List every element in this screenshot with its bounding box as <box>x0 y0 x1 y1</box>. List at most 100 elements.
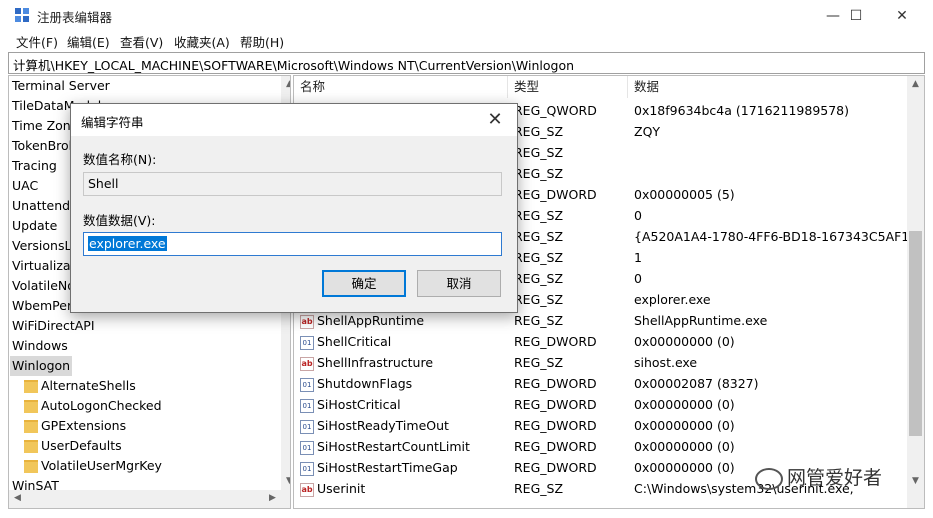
value-type-cell: REG_SZ <box>514 166 564 181</box>
tree-item-label: GPExtensions <box>41 418 127 433</box>
list-vertical-scrollbar[interactable]: ▲ ▼ <box>907 76 924 508</box>
tree-item[interactable]: UserDefaults <box>24 436 122 456</box>
value-name-cell: 01 SiHostReadyTimeOut <box>300 415 449 436</box>
column-header-data[interactable]: 数据 <box>628 76 908 98</box>
tree-item-label: AlternateShells <box>41 378 136 393</box>
value-type-cell: REG_SZ <box>514 250 564 265</box>
address-path[interactable]: 计算机\HKEY_LOCAL_MACHINE\SOFTWARE\Microsof… <box>13 55 574 74</box>
scroll-down-arrow-icon[interactable]: ▼ <box>281 473 290 490</box>
tree-item[interactable]: AlternateShells <box>24 376 136 396</box>
close-button[interactable]: ✕ <box>879 0 925 31</box>
column-header-name[interactable]: 名称 <box>294 76 508 98</box>
value-type-cell: REG_SZ <box>514 271 564 286</box>
string-value-icon: ab <box>300 482 314 497</box>
value-name-cell: ab ShellInfrastructure <box>300 352 433 373</box>
value-type-cell: REG_DWORD <box>514 418 597 433</box>
tree-item[interactable]: Tracing <box>12 156 57 176</box>
value-name-cell: 01 ShutdownFlags <box>300 373 412 394</box>
scroll-up-arrow-icon[interactable]: ▲ <box>281 76 290 93</box>
tree-item-label: Update <box>12 218 58 233</box>
value-type-cell: REG_SZ <box>514 208 564 223</box>
binary-value-icon: 01 <box>300 419 314 434</box>
folder-icon <box>24 380 38 393</box>
title-bar: 注册表编辑器 — ☐ ✕ <box>0 0 933 31</box>
value-name-text: SiHostRestartTimeGap <box>317 460 458 475</box>
value-type-cell: REG_SZ <box>514 355 564 370</box>
value-data-cell: 0x00000000 (0) <box>634 460 735 475</box>
tree-item[interactable]: Terminal Server <box>12 76 110 96</box>
value-data-cell: 0 <box>634 271 642 286</box>
tree-item[interactable]: WiFiDirectAPI <box>12 316 95 336</box>
window-title: 注册表编辑器 <box>37 10 113 25</box>
tree-item[interactable]: UAC <box>12 176 38 196</box>
value-data-text: explorer.exe <box>88 236 167 251</box>
value-name-text: ShellInfrastructure <box>317 355 434 370</box>
maximize-button[interactable]: ☐ <box>833 0 879 31</box>
value-name-text: SiHostRestartCountLimit <box>317 439 470 454</box>
value-name-text: ShellAppRuntime <box>317 313 425 328</box>
column-header-type[interactable]: 类型 <box>508 76 628 98</box>
scroll-down-arrow-icon[interactable]: ▼ <box>907 473 924 490</box>
cancel-button[interactable]: 取消 <box>417 270 501 297</box>
tree-item-label: Winlogon <box>12 358 71 373</box>
list-row[interactable]: ab ShellAppRuntime REG_SZ ShellAppRuntime.e… <box>294 310 908 331</box>
value-type-cell: REG_QWORD <box>514 103 597 118</box>
tree-item[interactable]: Windows <box>12 336 68 356</box>
tree-item[interactable]: GPExtensions <box>24 416 127 436</box>
menu-favorites[interactable]: 收藏夹(A) <box>174 32 230 51</box>
list-row[interactable]: ab ShellInfrastructure REG_SZ sihost.exe <box>294 352 908 373</box>
dialog-close-icon[interactable]: ✕ <box>481 106 509 134</box>
list-row[interactable]: 01 ShutdownFlags REG_DWORD 0x00002087 (8327… <box>294 373 908 394</box>
tree-item[interactable]: VolatileUserMgrKey <box>24 456 162 476</box>
tree-item[interactable]: Update <box>12 216 57 236</box>
value-data-cell: ShellAppRuntime.exe <box>634 313 768 328</box>
value-data-input[interactable]: explorer.exe <box>83 232 502 256</box>
scrollbar-thumb[interactable] <box>909 231 922 436</box>
list-row[interactable]: 01 SiHostCritical REG_DWORD 0x00000000 (0) <box>294 394 908 415</box>
value-name-field: Shell <box>83 172 502 196</box>
regedit-app-icon <box>15 8 29 22</box>
menu-view[interactable]: 查看(V) <box>120 32 163 51</box>
scroll-up-arrow-icon[interactable]: ▲ <box>907 76 924 93</box>
watermark-text: 网管爱好者 <box>787 467 883 489</box>
tree-item-label: UserDefaults <box>41 438 122 453</box>
ok-button[interactable]: 确定 <box>322 270 406 297</box>
binary-value-icon: 01 <box>300 398 314 413</box>
list-row[interactable]: 01 ShellCritical REG_DWORD 0x00000000 (0) <box>294 331 908 352</box>
tree-item[interactable]: AutoLogonChecked <box>24 396 162 416</box>
list-row[interactable]: 01 SiHostReadyTimeOut REG_DWORD 0x00000000 … <box>294 415 908 436</box>
value-type-cell: REG_SZ <box>514 145 564 160</box>
dialog-title: 编辑字符串 <box>81 115 144 130</box>
value-data-cell: 1 <box>634 250 642 265</box>
folder-icon <box>24 400 38 413</box>
tree-item-label: Tracing <box>12 158 57 173</box>
folder-icon <box>24 420 38 433</box>
scroll-right-arrow-icon[interactable]: ▶ <box>264 490 281 507</box>
value-data-cell: 0x00000000 (0) <box>634 334 735 349</box>
value-name-cell: ab Userinit <box>300 478 365 499</box>
scroll-left-arrow-icon[interactable]: ◀ <box>9 490 26 507</box>
value-name-cell: 01 ShellCritical <box>300 331 391 352</box>
value-type-cell: REG_SZ <box>514 124 564 139</box>
value-data-cell: 0x00002087 (8327) <box>634 376 759 391</box>
tree-item[interactable]: WbemPerf <box>12 296 76 316</box>
menu-help[interactable]: 帮助(H) <box>240 32 284 51</box>
value-type-cell: REG_SZ <box>514 481 564 496</box>
value-type-cell: REG_SZ <box>514 292 564 307</box>
folder-icon <box>24 460 38 473</box>
tree-item-label: UAC <box>12 178 39 193</box>
menu-edit[interactable]: 编辑(E) <box>67 32 110 51</box>
wechat-icon <box>755 467 783 490</box>
value-name-cell: 01 SiHostRestartCountLimit <box>300 436 470 457</box>
tree-item[interactable]: Winlogon <box>10 356 73 376</box>
address-bar[interactable]: 计算机\HKEY_LOCAL_MACHINE\SOFTWARE\Microsof… <box>8 52 925 74</box>
tree-horizontal-scrollbar[interactable]: ◀ ▶ <box>9 490 290 508</box>
menu-file[interactable]: 文件(F) <box>16 32 58 51</box>
edit-string-dialog: 编辑字符串 ✕ 数值名称(N): Shell 数值数据(V): explorer… <box>70 103 518 313</box>
value-data-cell: 0x00000000 (0) <box>634 418 735 433</box>
value-data-cell: 0x18f9634bc4a (1716211989578) <box>634 103 850 118</box>
list-row[interactable]: 01 SiHostRestartCountLimit REG_DWORD 0x0000… <box>294 436 908 457</box>
binary-value-icon: 01 <box>300 461 314 476</box>
value-data-cell: explorer.exe <box>634 292 711 307</box>
tree-item-label: AutoLogonChecked <box>41 398 162 413</box>
